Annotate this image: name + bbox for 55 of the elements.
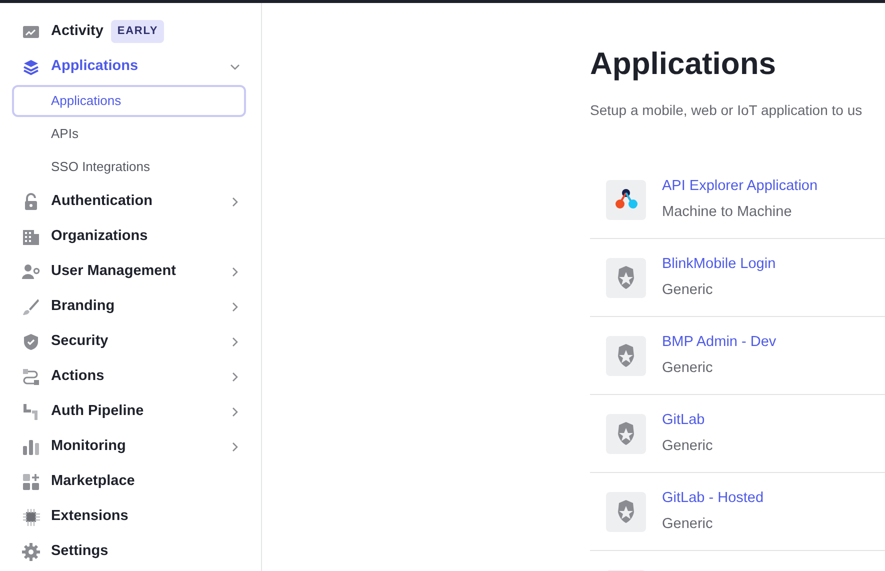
shield-icon (22, 332, 40, 350)
bar-chart-icon (22, 438, 40, 456)
gear-icon (22, 542, 40, 560)
chip-icon (22, 508, 40, 526)
sidebar-label: Auth Pipeline (51, 402, 144, 421)
api-explorer-icon (606, 180, 646, 220)
sidebar-label: Authentication (51, 192, 152, 211)
layers-icon (22, 58, 40, 76)
application-type: Generic (662, 514, 714, 534)
sidebar-label: Extensions (51, 506, 128, 526)
sidebar-item[interactable]: Authentication (12, 184, 246, 219)
sidebar-item[interactable]: Organizations (12, 219, 246, 254)
application-name-link[interactable]: BlinkMobile Login (662, 254, 776, 276)
sidebar-label: Branding (51, 296, 115, 316)
sidebar-label: Activity (51, 22, 104, 41)
user-gear-icon (22, 262, 40, 280)
sidebar-item[interactable]: Actions (12, 359, 246, 394)
application-type: Generic (662, 436, 713, 456)
application-name-link[interactable]: BMP Admin - Dev (662, 332, 776, 354)
sidebar-label: Settings (51, 542, 108, 561)
application-name-link[interactable]: GitLab (662, 410, 713, 432)
flow-icon (22, 368, 40, 386)
building-icon (22, 228, 40, 246)
sidebar-label: Actions (51, 366, 104, 386)
sidebar-item[interactable]: User Management (12, 254, 246, 289)
sidebar-item[interactable]: Branding (12, 289, 246, 324)
sidebar-item[interactable]: Security (12, 324, 246, 359)
lock-icon (22, 192, 40, 210)
sidebar-item[interactable]: Activity EARLY (12, 14, 246, 49)
sidebar-subitem[interactable]: SSO Integrations (12, 151, 246, 183)
sidebar-subitem[interactable]: APIs (12, 118, 246, 150)
application-name-link[interactable]: API Explorer Application (662, 176, 818, 198)
page-description: Setup a mobile, web or IoT application to us (590, 101, 864, 120)
sidebar-label: Applications (51, 56, 138, 76)
brush-icon (22, 298, 40, 316)
sidebar-label: Marketplace (51, 472, 135, 491)
application-type: Machine to Machine (662, 202, 793, 222)
sidebar-label: Monitoring (51, 436, 126, 456)
sidebar-label: User Management (51, 262, 176, 281)
application-type: Generic (662, 280, 714, 300)
application-type: Generic (662, 358, 714, 378)
sidebar-label: Security (51, 332, 108, 351)
early-badge: EARLY (111, 20, 164, 43)
grid-plus-icon (22, 472, 40, 490)
pipe-icon (22, 402, 40, 420)
sidebar-item[interactable]: Settings (12, 534, 246, 569)
application-name-link[interactable]: GitLab - Hosted (662, 488, 764, 510)
sidebar-item[interactable]: Monitoring (12, 429, 246, 464)
sidebar-item[interactable]: Marketplace (12, 464, 246, 499)
sidebar-label: Organizations (51, 226, 148, 246)
sidebar-item[interactable]: Applications (12, 49, 246, 84)
page-title: Applications (590, 45, 778, 82)
sidebar-item[interactable]: Auth Pipeline (12, 394, 246, 429)
sidebar-item[interactable]: Extensions (12, 499, 246, 534)
sidebar-subitem[interactable]: Applications (12, 85, 246, 117)
